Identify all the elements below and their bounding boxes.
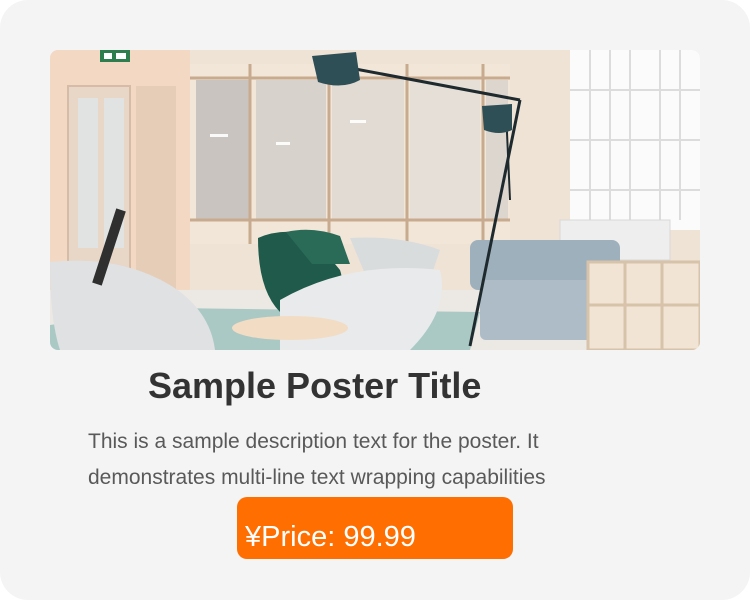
poster-title: Sample Poster Title: [148, 365, 482, 406]
description-line: demonstrates multi-line text wrapping ca…: [88, 466, 546, 489]
hero-image: [50, 50, 700, 350]
description-line: This is a sample description text for th…: [88, 430, 539, 453]
poster-description: This is a sample description text for th…: [88, 424, 648, 496]
exit-sign-icon: [100, 50, 130, 62]
price-button[interactable]: ¥Price: 99.99: [237, 497, 513, 559]
poster-card: Sample Poster Title This is a sample des…: [0, 0, 750, 600]
price-label: ¥Price: 99.99: [245, 521, 416, 553]
